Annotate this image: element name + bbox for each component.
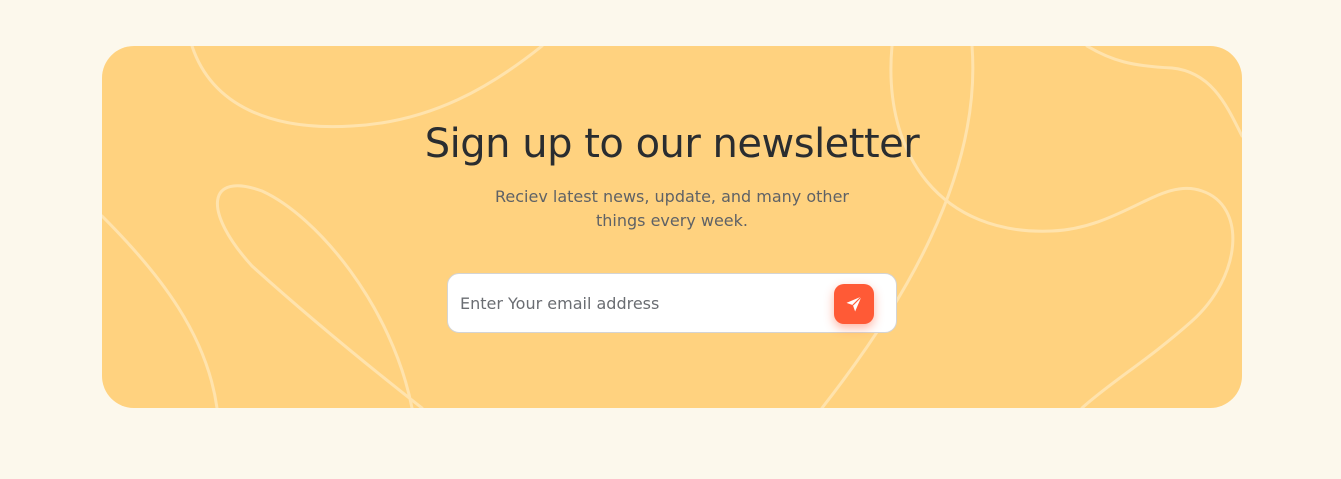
page: Sign up to our newsletter Reciev latest … [0, 0, 1341, 479]
newsletter-subtitle: Reciev latest news, update, and many oth… [495, 187, 849, 230]
newsletter-content: Sign up to our newsletter Reciev latest … [102, 46, 1242, 408]
newsletter-card: Sign up to our newsletter Reciev latest … [102, 46, 1242, 408]
newsletter-title: Sign up to our newsletter [424, 121, 920, 167]
email-input[interactable] [460, 274, 820, 332]
send-button[interactable] [834, 284, 874, 324]
send-icon [846, 296, 862, 312]
newsletter-form [447, 273, 897, 333]
